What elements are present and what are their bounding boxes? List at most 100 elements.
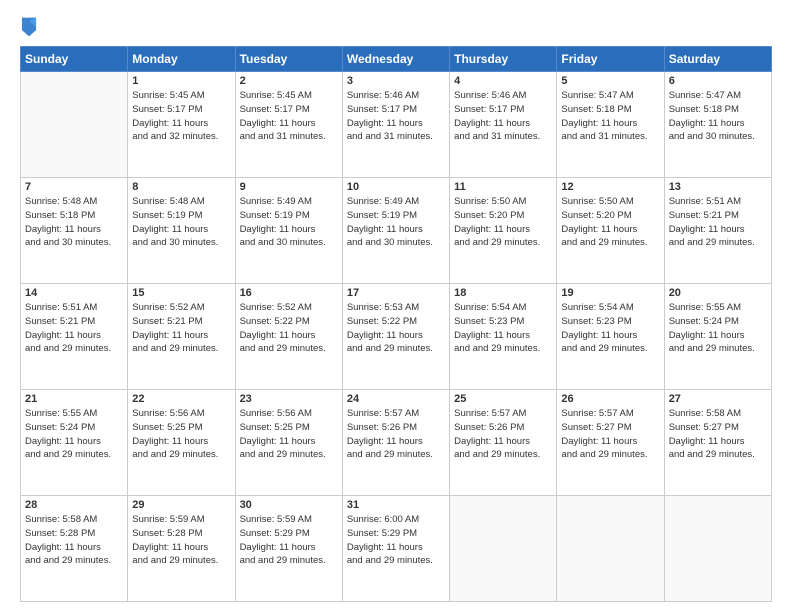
sunrise-text: Sunrise: 6:00 AM — [347, 513, 445, 527]
sunrise-text: Sunrise: 5:45 AM — [240, 89, 338, 103]
daylight-text: Daylight: 11 hours — [669, 329, 767, 343]
sunrise-text: Sunrise: 5:54 AM — [454, 301, 552, 315]
calendar-cell: 9Sunrise: 5:49 AMSunset: 5:19 PMDaylight… — [235, 178, 342, 284]
day-number: 24 — [347, 393, 445, 405]
daylight-text: Daylight: 11 hours — [454, 329, 552, 343]
sunrise-text: Sunrise: 5:57 AM — [454, 407, 552, 421]
calendar-cell: 20Sunrise: 5:55 AMSunset: 5:24 PMDayligh… — [664, 284, 771, 390]
daylight-text: Daylight: 11 hours — [347, 541, 445, 555]
daylight-minutes-text: and and 29 minutes. — [25, 342, 123, 356]
daylight-text: Daylight: 11 hours — [132, 223, 230, 237]
page: SundayMondayTuesdayWednesdayThursdayFrid… — [0, 0, 792, 612]
daylight-text: Daylight: 11 hours — [454, 117, 552, 131]
sunset-text: Sunset: 5:24 PM — [25, 421, 123, 435]
day-number: 5 — [561, 75, 659, 87]
week-row-3: 14 Sunrise: 5:51 AMSunset: 5:21 PM Dayligh… — [21, 284, 772, 390]
sunrise-text: Sunrise: 5:48 AM — [132, 195, 230, 209]
calendar-cell: 15Sunrise: 5:52 AMSunset: 5:21 PMDayligh… — [128, 284, 235, 390]
calendar-cell: 31Sunrise: 6:00 AMSunset: 5:29 PMDayligh… — [342, 496, 449, 602]
sunset-text: Sunset: 5:22 PM — [240, 315, 338, 329]
day-number: 29 — [132, 499, 230, 511]
day-number: 12 — [561, 181, 659, 193]
daylight-text: Daylight: 11 hours — [347, 117, 445, 131]
daylight-minutes-text: and and 32 minutes. — [132, 130, 230, 144]
sunrise-text: Sunrise: 5:59 AM — [240, 513, 338, 527]
sunset-text: Sunset: 5:27 PM — [669, 421, 767, 435]
sunset-text: Sunset: 5:23 PM — [454, 315, 552, 329]
daylight-minutes-text: and and 31 minutes. — [347, 130, 445, 144]
calendar-cell: 10Sunrise: 5:49 AMSunset: 5:19 PMDayligh… — [342, 178, 449, 284]
calendar-cell: 13Sunrise: 5:51 AMSunset: 5:21 PMDayligh… — [664, 178, 771, 284]
daylight-minutes-text: and and 30 minutes. — [240, 236, 338, 250]
daylight-text: Daylight: 11 hours — [240, 329, 338, 343]
daylight-text: Daylight: 11 hours — [25, 223, 123, 237]
day-number: 31 — [347, 499, 445, 511]
calendar-cell: 24Sunrise: 5:57 AMSunset: 5:26 PMDayligh… — [342, 390, 449, 496]
sunrise-text: Sunrise: 5:58 AM — [25, 513, 123, 527]
calendar-cell: 29Sunrise: 5:59 AMSunset: 5:28 PMDayligh… — [128, 496, 235, 602]
daylight-text: Daylight: 11 hours — [347, 435, 445, 449]
day-number: 27 — [669, 393, 767, 405]
calendar-cell: 17Sunrise: 5:53 AMSunset: 5:22 PMDayligh… — [342, 284, 449, 390]
day-number: 14 — [25, 287, 123, 299]
sunset-text: Sunset: 5:17 PM — [240, 103, 338, 117]
daylight-text: Daylight: 11 hours — [240, 541, 338, 555]
sunset-text: Sunset: 5:28 PM — [132, 527, 230, 541]
sunrise-text: Sunrise: 5:46 AM — [347, 89, 445, 103]
daylight-minutes-text: and and 29 minutes. — [347, 554, 445, 568]
sunrise-text: Sunrise: 5:57 AM — [561, 407, 659, 421]
weekday-header-row: SundayMondayTuesdayWednesdayThursdayFrid… — [21, 47, 772, 72]
sunset-text: Sunset: 5:23 PM — [561, 315, 659, 329]
daylight-minutes-text: and and 29 minutes. — [132, 342, 230, 356]
weekday-header-saturday: Saturday — [664, 47, 771, 72]
sunrise-text: Sunrise: 5:54 AM — [561, 301, 659, 315]
daylight-text: Daylight: 11 hours — [240, 223, 338, 237]
sunrise-text: Sunrise: 5:49 AM — [240, 195, 338, 209]
sunset-text: Sunset: 5:17 PM — [454, 103, 552, 117]
calendar-cell — [557, 496, 664, 602]
sunset-text: Sunset: 5:27 PM — [561, 421, 659, 435]
sunrise-text: Sunrise: 5:55 AM — [669, 301, 767, 315]
sunset-text: Sunset: 5:17 PM — [132, 103, 230, 117]
sunrise-text: Sunrise: 5:51 AM — [669, 195, 767, 209]
daylight-text: Daylight: 11 hours — [347, 329, 445, 343]
calendar-cell: 11Sunrise: 5:50 AMSunset: 5:20 PMDayligh… — [450, 178, 557, 284]
day-number: 30 — [240, 499, 338, 511]
calendar-cell: 25Sunrise: 5:57 AMSunset: 5:26 PMDayligh… — [450, 390, 557, 496]
daylight-minutes-text: and and 29 minutes. — [25, 448, 123, 462]
weekday-header-thursday: Thursday — [450, 47, 557, 72]
day-number: 17 — [347, 287, 445, 299]
calendar-cell: 2Sunrise: 5:45 AMSunset: 5:17 PMDaylight… — [235, 72, 342, 178]
calendar-cell: 4Sunrise: 5:46 AMSunset: 5:17 PMDaylight… — [450, 72, 557, 178]
day-number: 18 — [454, 287, 552, 299]
sunset-text: Sunset: 5:25 PM — [132, 421, 230, 435]
sunrise-text: Sunrise: 5:52 AM — [240, 301, 338, 315]
day-number: 1 — [132, 75, 230, 87]
sunrise-text: Sunrise: 5:52 AM — [132, 301, 230, 315]
day-number: 19 — [561, 287, 659, 299]
sunset-text: Sunset: 5:21 PM — [25, 315, 123, 329]
daylight-minutes-text: and and 29 minutes. — [347, 342, 445, 356]
sunset-text: Sunset: 5:29 PM — [240, 527, 338, 541]
daylight-minutes-text: and and 31 minutes. — [240, 130, 338, 144]
calendar-cell: 16Sunrise: 5:52 AMSunset: 5:22 PMDayligh… — [235, 284, 342, 390]
daylight-text: Daylight: 11 hours — [240, 435, 338, 449]
sunrise-text: Sunrise: 5:51 AM — [25, 301, 123, 315]
sunset-text: Sunset: 5:18 PM — [669, 103, 767, 117]
daylight-text: Daylight: 11 hours — [132, 117, 230, 131]
calendar-cell: 5Sunrise: 5:47 AMSunset: 5:18 PMDaylight… — [557, 72, 664, 178]
day-number: 13 — [669, 181, 767, 193]
calendar-cell: 26Sunrise: 5:57 AMSunset: 5:27 PMDayligh… — [557, 390, 664, 496]
sunset-text: Sunset: 5:26 PM — [347, 421, 445, 435]
day-number: 20 — [669, 287, 767, 299]
day-number: 26 — [561, 393, 659, 405]
header — [20, 16, 772, 38]
calendar-cell: 18 Sunrise: 5:54 AMSunset: 5:23 PMDayligh… — [450, 284, 557, 390]
daylight-minutes-text: and and 29 minutes. — [240, 554, 338, 568]
daylight-minutes-text: and and 30 minutes. — [132, 236, 230, 250]
daylight-minutes-text: and and 29 minutes. — [132, 554, 230, 568]
calendar-cell: 1Sunrise: 5:45 AMSunset: 5:17 PMDaylight… — [128, 72, 235, 178]
sunset-text: Sunset: 5:26 PM — [454, 421, 552, 435]
daylight-minutes-text: and and 29 minutes. — [669, 448, 767, 462]
daylight-minutes-text: and and 29 minutes. — [454, 236, 552, 250]
